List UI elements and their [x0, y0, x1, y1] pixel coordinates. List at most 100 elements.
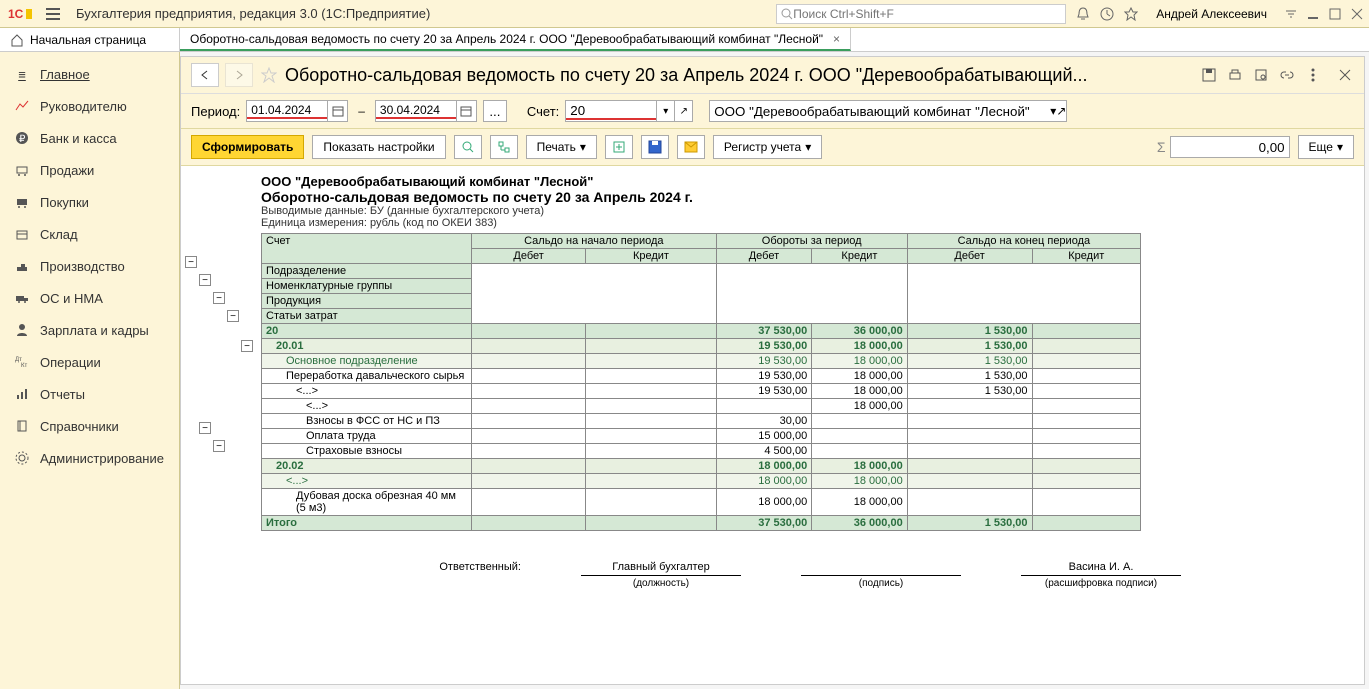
table-row[interactable]: Основное подразделение19 530,0018 000,00…: [262, 354, 1141, 369]
table-row[interactable]: <...>18 000,0018 000,00: [262, 474, 1141, 489]
home-icon: [10, 33, 24, 47]
svg-text:Кт: Кт: [21, 363, 27, 369]
sidebar-item-reports[interactable]: Отчеты: [0, 378, 179, 410]
th-turn: Обороты за период: [716, 234, 907, 249]
table-row[interactable]: 2037 530,0036 000,001 530,00: [262, 324, 1141, 339]
user-name[interactable]: Андрей Алексеевич: [1156, 7, 1267, 21]
main-panel: Оборотно-сальдовая ведомость по счету 20…: [180, 56, 1365, 685]
account-label: Счет:: [527, 104, 559, 119]
sidebar-item-hr[interactable]: Зарплата и кадры: [0, 314, 179, 346]
th-end: Сальдо на конец периода: [907, 234, 1140, 249]
sidebar-item-admin[interactable]: Администрирование: [0, 442, 179, 474]
svg-text:1C: 1C: [8, 7, 24, 21]
org-input[interactable]: [710, 104, 1050, 119]
search-input[interactable]: [793, 7, 1061, 21]
form-button[interactable]: Сформировать: [191, 135, 304, 159]
forward-button[interactable]: [225, 63, 253, 87]
print-button[interactable]: Печать ▾: [526, 135, 597, 159]
favorite-icon[interactable]: [259, 65, 279, 85]
minimize-icon[interactable]: [1307, 8, 1319, 20]
close-icon[interactable]: [1336, 66, 1354, 84]
table-row[interactable]: Переработка давальческого сырья19 530,00…: [262, 369, 1141, 384]
print-icon[interactable]: [1226, 66, 1244, 84]
table-row[interactable]: <...>19 530,0018 000,001 530,00: [262, 384, 1141, 399]
email-button[interactable]: [677, 135, 705, 159]
find-button[interactable]: [454, 135, 482, 159]
tree-toggle[interactable]: −: [241, 340, 253, 352]
report-area[interactable]: − − − − − − − ООО "Деревообрабатывающий …: [181, 166, 1364, 684]
tree-toggle[interactable]: −: [185, 256, 197, 268]
params-row: Период: – ... Счет: ▾ ↗ ▾ ↗: [181, 94, 1364, 129]
tab-home-label: Начальная страница: [30, 33, 146, 47]
tree-toggle[interactable]: −: [213, 292, 225, 304]
save-icon[interactable]: [1200, 66, 1218, 84]
sidebar-item-operations[interactable]: ДтКтОперации: [0, 346, 179, 378]
sidebar-item-bank[interactable]: ₽Банк и касса: [0, 122, 179, 154]
org-field[interactable]: ▾ ↗: [709, 100, 1067, 122]
export-button[interactable]: [605, 135, 633, 159]
menu-icon[interactable]: [42, 5, 64, 23]
preview-icon[interactable]: [1252, 66, 1270, 84]
sum-input[interactable]: [1170, 136, 1290, 158]
sidebar-item-main[interactable]: ≡Главное: [0, 58, 179, 90]
account-input[interactable]: [566, 103, 656, 120]
global-search[interactable]: [776, 4, 1066, 24]
more-menu-icon[interactable]: [1304, 66, 1322, 84]
more-button[interactable]: Еще ▾: [1298, 135, 1354, 159]
bars-icon: [14, 386, 30, 402]
period-picker-button[interactable]: ...: [483, 100, 507, 122]
sidebar-item-purchases[interactable]: Покупки: [0, 186, 179, 218]
table-row[interactable]: 20.0119 530,0018 000,001 530,00: [262, 339, 1141, 354]
sidebar-item-sales[interactable]: Продажи: [0, 154, 179, 186]
th-account: Счет: [266, 235, 467, 247]
account-field[interactable]: ▾ ↗: [565, 100, 693, 122]
page-header: Оборотно-сальдовая ведомость по счету 20…: [181, 57, 1364, 94]
tab-home[interactable]: Начальная страница: [0, 28, 180, 51]
sidebar-item-assets[interactable]: ОС и НМА: [0, 282, 179, 314]
close-window-icon[interactable]: [1351, 8, 1363, 20]
calendar-icon[interactable]: [456, 101, 476, 121]
expand-tree-button[interactable]: [490, 135, 518, 159]
topbar: 1C Бухгалтерия предприятия, редакция 3.0…: [0, 0, 1369, 28]
table-row[interactable]: Оплата труда15 000,00: [262, 429, 1141, 444]
tab-report[interactable]: Оборотно-сальдовая ведомость по счету 20…: [180, 28, 851, 51]
star-icon[interactable]: [1124, 7, 1138, 21]
tree-toggle[interactable]: −: [199, 274, 211, 286]
open-external-icon[interactable]: ↗: [1056, 104, 1066, 118]
sidebar-item-manager[interactable]: Руководителю: [0, 90, 179, 122]
save-disk-button[interactable]: [641, 135, 669, 159]
dropdown-icon[interactable]: ▾: [656, 101, 674, 121]
sidebar-item-production[interactable]: Производство: [0, 250, 179, 282]
table-row[interactable]: 20.0218 000,0018 000,00: [262, 459, 1141, 474]
table-row[interactable]: Дубовая доска обрезная 40 мм (5 м3)18 00…: [262, 489, 1141, 516]
maximize-icon[interactable]: [1329, 8, 1341, 20]
register-button[interactable]: Регистр учета ▾: [713, 135, 822, 159]
report-sub2: Единица измерения: рубль (код по ОКЕИ 38…: [261, 217, 1356, 229]
date-to-field[interactable]: [375, 100, 477, 122]
date-to-input[interactable]: [376, 103, 456, 119]
back-button[interactable]: [191, 63, 219, 87]
bell-icon[interactable]: [1076, 7, 1090, 21]
table-row[interactable]: Взносы в ФСС от НС и ПЗ30,00: [262, 414, 1141, 429]
table-row[interactable]: Страховые взносы4 500,00: [262, 444, 1141, 459]
tree-toggle[interactable]: −: [227, 310, 239, 322]
star-icon: ≡: [14, 66, 30, 82]
person-icon: [14, 322, 30, 338]
sidebar-item-catalogs[interactable]: Справочники: [0, 410, 179, 442]
open-external-icon[interactable]: ↗: [674, 101, 692, 121]
tree-toggle[interactable]: −: [213, 440, 225, 452]
link-icon[interactable]: [1278, 66, 1296, 84]
date-from-field[interactable]: [246, 100, 348, 122]
cart-icon: [14, 162, 30, 178]
sidebar-item-warehouse[interactable]: Склад: [0, 218, 179, 250]
history-icon[interactable]: [1100, 7, 1114, 21]
book-icon: [14, 418, 30, 434]
settings-toggle-icon[interactable]: [1285, 8, 1297, 20]
show-settings-button[interactable]: Показать настройки: [312, 135, 445, 159]
calendar-icon[interactable]: [327, 101, 347, 121]
tab-close-icon[interactable]: ×: [833, 32, 840, 46]
tab-report-label: Оборотно-сальдовая ведомость по счету 20…: [190, 32, 823, 46]
table-row[interactable]: <...>18 000,00: [262, 399, 1141, 414]
tree-toggle[interactable]: −: [199, 422, 211, 434]
date-from-input[interactable]: [247, 103, 327, 119]
